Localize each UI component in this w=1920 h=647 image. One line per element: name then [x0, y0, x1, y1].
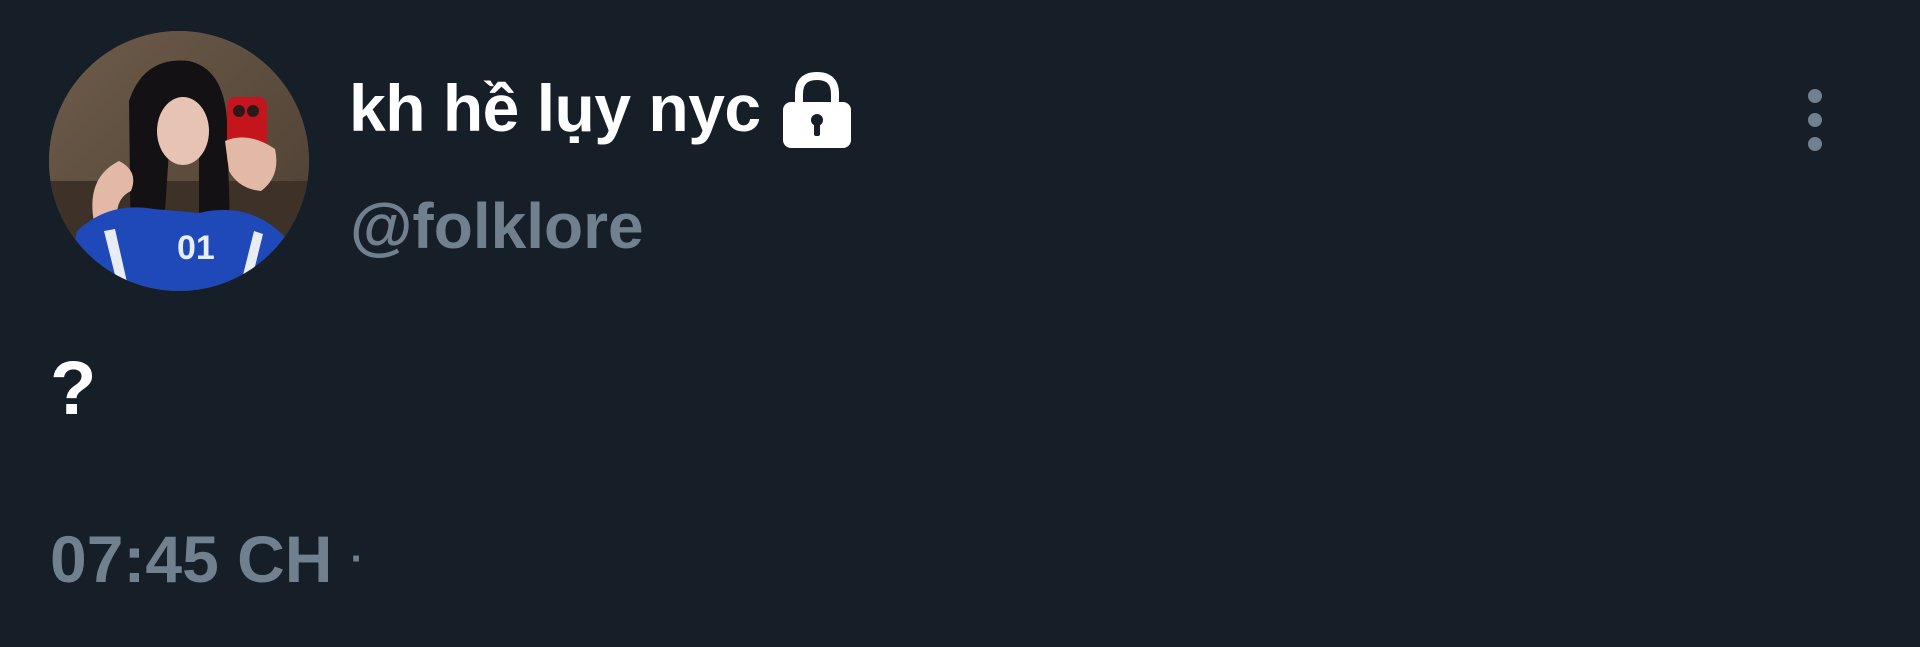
display-name-row[interactable]: kh hề lụy nyc [349, 66, 855, 150]
profile-photo: 01 [49, 31, 309, 291]
meta-separator: · [350, 537, 364, 581]
tweet-meta: 07:45 CH · [50, 518, 364, 600]
avatar[interactable]: 01 [49, 31, 309, 291]
svg-text:01: 01 [177, 229, 215, 267]
display-name[interactable]: kh hề lụy nyc [349, 66, 761, 150]
user-handle[interactable]: @folklore [350, 186, 644, 266]
more-vertical-icon [1808, 89, 1822, 151]
tweet-time[interactable]: 07:45 CH [50, 518, 332, 600]
tweet-text: ? [50, 346, 97, 431]
more-options-button[interactable] [1790, 80, 1840, 160]
tweet-detail: 01 kh hề lụy nyc @folklore ? 07:45 CH · [0, 0, 1920, 647]
lock-icon [779, 70, 855, 150]
